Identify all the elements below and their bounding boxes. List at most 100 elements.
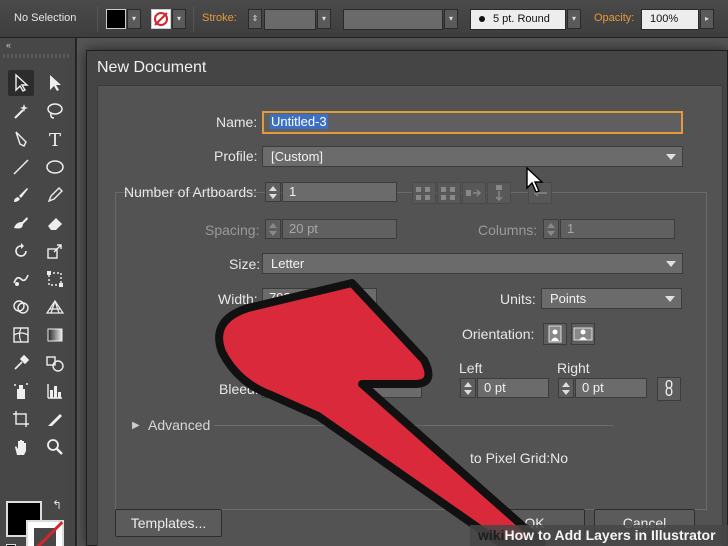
- scale-tool[interactable]: [42, 238, 68, 264]
- artboard-icon: [13, 411, 29, 427]
- shape-builder-tool[interactable]: [8, 294, 34, 320]
- link-bleed-button[interactable]: [657, 377, 681, 401]
- spacing-stepper[interactable]: [265, 219, 281, 239]
- mesh-tool[interactable]: [8, 322, 34, 348]
- line-tool[interactable]: [8, 154, 34, 180]
- grid-by-column-button[interactable]: [437, 182, 461, 204]
- arrange-by-row-button[interactable]: [462, 182, 486, 204]
- stroke-swatch[interactable]: [151, 9, 171, 29]
- arrange-by-column-button[interactable]: [487, 182, 511, 204]
- artboard-tool[interactable]: [8, 406, 34, 432]
- ellipse-icon: [46, 160, 64, 174]
- mouse-cursor-icon: [526, 166, 544, 193]
- width-label: Width:: [218, 291, 258, 307]
- panel-grip[interactable]: [3, 54, 71, 58]
- units-dropdown[interactable]: Points: [541, 288, 682, 309]
- blob-brush-tool[interactable]: [8, 210, 34, 236]
- artboards-input[interactable]: 1: [282, 182, 397, 202]
- paintbrush-tool[interactable]: [8, 182, 34, 208]
- blob-brush-icon: [14, 217, 28, 229]
- bleed-left-input[interactable]: 0 pt: [477, 378, 549, 398]
- rotate-icon: [15, 243, 27, 257]
- stroke-weight-stepper[interactable]: ⇕: [248, 9, 262, 29]
- profile-dropdown[interactable]: [Custom]: [262, 146, 683, 167]
- name-input[interactable]: Untitled-3: [262, 111, 683, 134]
- grid-by-row-icon: [416, 187, 430, 200]
- chain-link-icon: [665, 380, 673, 396]
- templates-button[interactable]: Templates...: [115, 509, 222, 537]
- fill-dropdown[interactable]: ▾: [127, 9, 141, 29]
- bleed-right-stepper[interactable]: [558, 378, 574, 398]
- scale-icon: [47, 244, 62, 259]
- advanced-label[interactable]: Advanced: [148, 417, 210, 433]
- columns-input[interactable]: 1: [560, 219, 675, 239]
- stroke-dropdown[interactable]: ▾: [172, 9, 186, 29]
- variable-width-profile[interactable]: [343, 9, 443, 30]
- slice-tool[interactable]: [42, 406, 68, 432]
- paintbrush-icon: [14, 188, 28, 202]
- swap-colors-icon[interactable]: ↰: [52, 498, 62, 512]
- chevron-down-icon: [666, 154, 676, 160]
- spacing-input[interactable]: 20 pt: [282, 219, 397, 239]
- height-input[interactable]: 12 pt: [262, 323, 377, 343]
- profile-group-box: [115, 192, 707, 510]
- gradient-tool[interactable]: [42, 322, 68, 348]
- opacity-dropdown[interactable]: ▸: [700, 9, 714, 29]
- stroke-weight-input[interactable]: [264, 9, 316, 30]
- direct-selection-tool[interactable]: [42, 70, 68, 96]
- eyedropper-tool[interactable]: [8, 350, 34, 376]
- warp-tool[interactable]: [8, 266, 34, 292]
- blend-tool[interactable]: [42, 350, 68, 376]
- profile-dropdown[interactable]: ▾: [444, 9, 458, 29]
- pencil-tool[interactable]: [42, 182, 68, 208]
- tools-panel: « T ↰: [0, 38, 76, 546]
- fill-swatch[interactable]: [106, 9, 126, 29]
- pixel-grid-info: to Pixel Grid:No: [470, 450, 569, 466]
- selection-tool[interactable]: [8, 70, 34, 96]
- grid-by-row-button[interactable]: [412, 182, 436, 204]
- bleed-left-label: Left: [459, 360, 483, 376]
- blend-icon: [46, 356, 64, 372]
- landscape-button[interactable]: [571, 323, 595, 345]
- portrait-button[interactable]: [543, 323, 567, 345]
- units-label: Units:: [500, 291, 536, 307]
- bleed-left-stepper[interactable]: [460, 378, 476, 398]
- advanced-divider: [214, 425, 614, 426]
- columns-label: Columns:: [478, 222, 538, 238]
- brush-definition[interactable]: 5 pt. Round: [470, 9, 566, 30]
- divider: [97, 6, 98, 32]
- opacity-input[interactable]: 100%: [641, 9, 699, 30]
- bleed-right-input[interactable]: 0 pt: [575, 378, 647, 398]
- eraser-tool[interactable]: [42, 210, 68, 236]
- magic-wand-tool[interactable]: [8, 98, 34, 124]
- dialog-title: New Document: [97, 59, 207, 76]
- columns-stepper[interactable]: [543, 219, 559, 239]
- artboards-label: Number of Artboards:: [124, 184, 258, 200]
- stroke-color-box[interactable]: [26, 520, 64, 546]
- width-input[interactable]: 792 pt: [262, 288, 377, 308]
- shape-builder-icon: [13, 300, 29, 314]
- expand-advanced-icon[interactable]: ▶: [132, 420, 140, 431]
- free-transform-tool[interactable]: [42, 266, 68, 292]
- gradient-icon: [47, 328, 63, 342]
- rotate-tool[interactable]: [8, 238, 34, 264]
- perspective-grid-tool[interactable]: [42, 294, 68, 320]
- size-dropdown[interactable]: Letter: [262, 253, 683, 274]
- lasso-tool[interactable]: [42, 98, 68, 124]
- profile-label: Profile:: [214, 148, 258, 164]
- hand-tool[interactable]: [8, 434, 34, 460]
- collapse-icon[interactable]: «: [6, 40, 11, 50]
- pen-tool[interactable]: [8, 126, 34, 152]
- brush-dropdown[interactable]: ▾: [567, 9, 581, 29]
- grid-by-column-icon: [441, 187, 455, 200]
- column-graph-tool[interactable]: [42, 378, 68, 404]
- profile-value: [Custom]: [271, 149, 324, 164]
- type-tool[interactable]: T: [42, 126, 68, 152]
- symbol-sprayer-tool[interactable]: [8, 378, 34, 404]
- zoom-tool[interactable]: [42, 434, 68, 460]
- magic-wand-icon: [14, 104, 28, 119]
- stroke-weight-dropdown[interactable]: ▾: [317, 9, 331, 29]
- bleed-top-input[interactable]: [262, 378, 422, 398]
- artboards-stepper[interactable]: [265, 182, 281, 202]
- ellipse-tool[interactable]: [42, 154, 68, 180]
